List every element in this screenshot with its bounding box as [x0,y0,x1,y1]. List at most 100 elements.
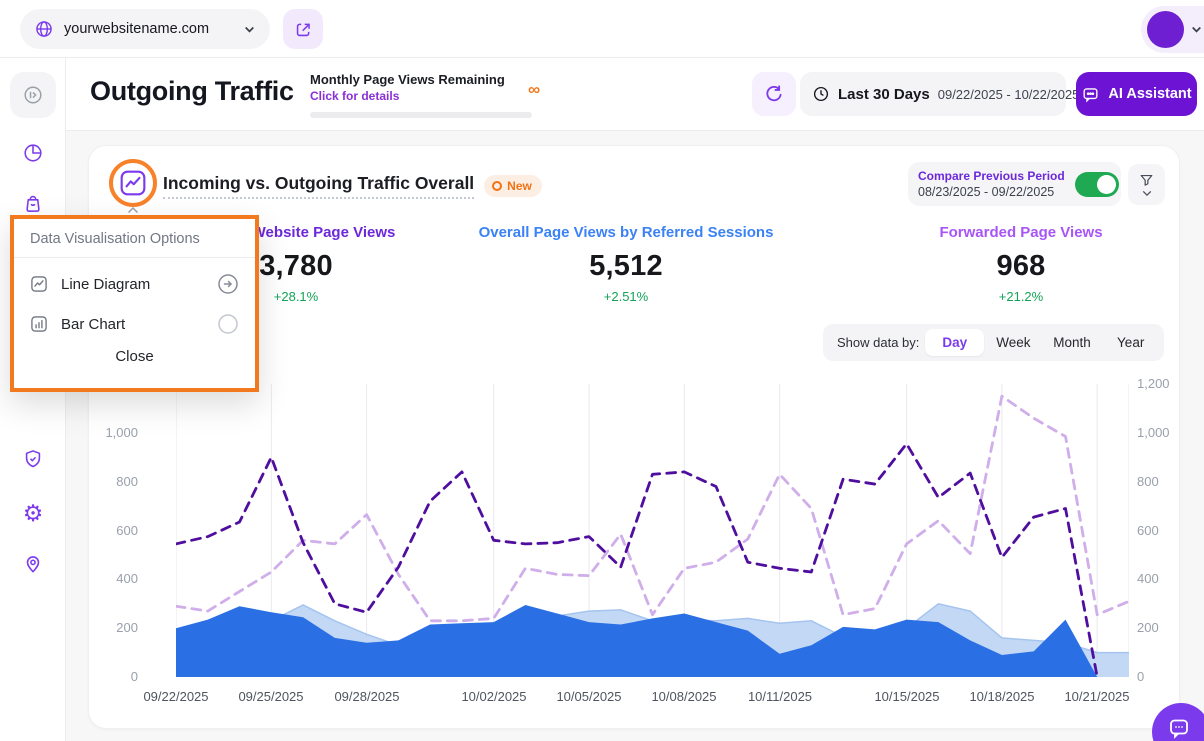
chart-type-button[interactable] [117,167,149,199]
refresh-button[interactable] [752,72,796,116]
pie-chart-icon [22,142,44,164]
location-pin-icon [22,552,44,574]
option-label: Bar Chart [61,316,204,333]
stat-value: 5,512 [476,250,776,283]
page-title: Outgoing Traffic [90,76,294,107]
chevron-down-icon [243,23,256,36]
card-title: Incoming vs. Outgoing Traffic Overall [163,173,474,199]
sidebar-collapse-button[interactable] [10,72,56,118]
compare-toggle[interactable] [1075,172,1119,197]
sidebar-item-security[interactable] [10,436,56,482]
quota-title: Monthly Page Views Remaining [310,72,540,87]
chevron-down-icon [1190,23,1203,36]
sidebar-item-locations[interactable] [10,540,56,586]
segment-day[interactable]: Day [925,329,984,356]
y-tick-label: 600 [1137,523,1159,538]
chat-bubble-icon [1167,716,1191,740]
y-axis-right: 02004006008001,0001,200 [1137,384,1183,677]
shopping-bag-icon [22,192,44,214]
new-badge: New [484,175,542,197]
popup-title: Data Visualisation Options [14,219,255,258]
show-data-by-label: Show data by: [837,335,919,350]
ai-assistant-label: AI Assistant [1108,86,1191,102]
option-label: Line Diagram [61,276,204,293]
external-link-icon [294,20,313,39]
compare-previous-period: Compare Previous Period 08/23/2025 - 09/… [908,162,1121,206]
stat-referred-sessions: Overall Page Views by Referred Sessions … [476,224,776,304]
refresh-icon [763,83,785,105]
stat-delta: +2.51% [476,289,776,304]
y-axis-left: 02004006008001,0001,200 [89,384,138,677]
ai-assistant-button[interactable]: AI Assistant [1076,72,1197,116]
y-tick-label: 800 [116,474,138,489]
clock-icon [812,85,830,103]
stat-label: Overall Page Views by Referred Sessions [476,224,776,241]
x-tick-label: 09/28/2025 [322,689,412,704]
website-name: yourwebsitename.com [64,21,233,37]
user-menu[interactable] [1141,6,1204,53]
option-line-diagram[interactable]: Line Diagram [14,264,255,304]
x-tick-label: 09/22/2025 [131,689,221,704]
y-tick-label: 200 [116,620,138,635]
shield-check-icon [22,448,44,470]
infinity-value: ∞ [528,80,540,100]
globe-icon [34,19,54,39]
funnel-icon [1138,172,1155,189]
x-tick-label: 10/11/2025 [735,689,825,704]
segment-month[interactable]: Month [1043,329,1102,356]
x-tick-label: 10/08/2025 [639,689,729,704]
popup-close-button[interactable]: Close [115,348,153,365]
traffic-chart[interactable] [176,384,1129,677]
compare-dates: 08/23/2025 - 09/22/2025 [918,185,1065,199]
new-dot-icon [492,181,502,191]
new-badge-label: New [507,179,532,193]
option-bar-chart[interactable]: Bar Chart [14,304,255,344]
sidebar-item-settings[interactable]: ⚙ [10,490,56,536]
segment-week[interactable]: Week [984,329,1043,356]
y-tick-label: 1,000 [105,425,138,440]
y-tick-label: 0 [1137,669,1144,684]
quota-details-link[interactable]: Click for details [310,89,399,103]
segment-year[interactable]: Year [1101,329,1160,356]
y-tick-label: 400 [116,571,138,586]
x-tick-label: 10/05/2025 [544,689,634,704]
website-selector[interactable]: yourwebsitename.com [20,9,270,49]
y-tick-label: 0 [131,669,138,684]
x-tick-label: 10/15/2025 [862,689,952,704]
line-chart-icon [117,167,149,199]
x-tick-label: 10/02/2025 [449,689,539,704]
collapse-icon [22,84,44,106]
range-label: Last 30 Days [838,86,930,103]
traffic-chart-svg [176,384,1129,677]
filter-button[interactable] [1128,164,1165,205]
data-visualisation-popup: Data Visualisation Options Line Diagram … [10,215,259,392]
bar-chart-icon [29,314,49,334]
sidebar-item-analytics[interactable] [10,130,56,176]
y-tick-label: 200 [1137,620,1159,635]
card-title-row: Incoming vs. Outgoing Traffic Overall Ne… [163,173,542,199]
y-tick-label: 400 [1137,571,1159,586]
date-range-picker[interactable]: Last 30 Days 09/22/2025 - 10/22/2025 [800,72,1066,116]
y-tick-label: 1,000 [1137,425,1170,440]
stat-value: 968 [871,250,1171,283]
x-tick-label: 10/21/2025 [1052,689,1142,704]
x-axis: 09/22/202509/25/202509/28/202510/02/2025… [176,689,1129,709]
stat-forwarded-page-views: Forwarded Page Views 968 +21.2% [871,224,1171,304]
app-root: yourwebsitename.com [0,0,1204,741]
settings-gear-icon: ⚙ [23,502,44,525]
y-tick-label: 1,200 [1137,376,1170,391]
open-website-button[interactable] [283,9,323,49]
top-bar: yourwebsitename.com [0,0,1204,58]
chevron-down-icon [1142,190,1152,197]
chat-icon [1081,85,1100,104]
stat-delta: +21.2% [871,289,1171,304]
arrow-circle-right-icon [216,272,240,296]
chevron-up-icon [127,206,139,214]
y-tick-label: 800 [1137,474,1159,489]
radio-unselected-icon [216,312,240,336]
sidebar: ⚙ [0,58,66,741]
line-diagram-icon [29,274,49,294]
x-tick-label: 10/18/2025 [957,689,1047,704]
compare-label: Compare Previous Period [918,169,1065,183]
show-data-by-control: Show data by: Day Week Month Year [823,324,1164,361]
